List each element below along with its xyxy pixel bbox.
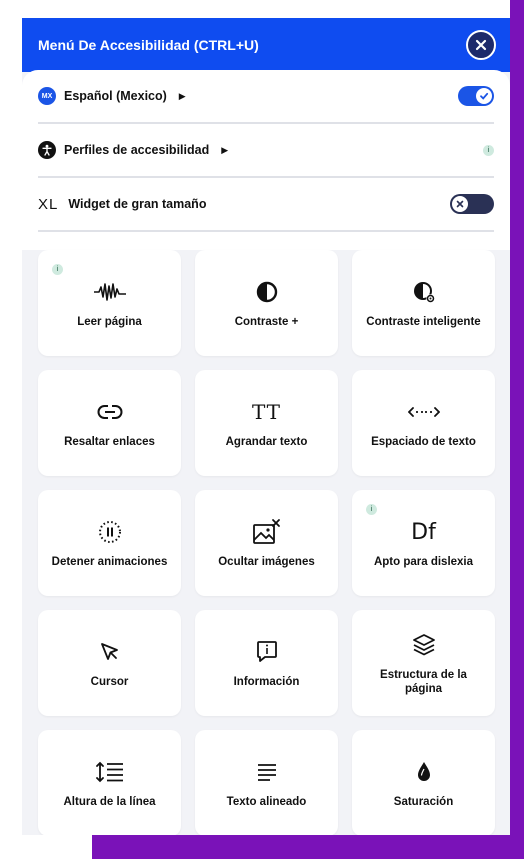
language-row[interactable]: MX Español (Mexico) ▶ xyxy=(38,70,494,124)
language-toggle[interactable] xyxy=(458,86,494,106)
caret-right-icon: ▶ xyxy=(178,90,186,101)
text-size-icon: TT xyxy=(252,397,281,427)
tile-dyslexia-friendly[interactable]: i Df Apto para dislexia xyxy=(352,490,495,596)
tile-label: Saturación xyxy=(393,796,454,808)
background-edge xyxy=(510,0,524,60)
tile-highlight-links[interactable]: Resaltar enlaces xyxy=(38,370,181,476)
layers-icon xyxy=(412,630,436,660)
widget-size-label: Widget de gran tamaño xyxy=(68,197,207,211)
spacing-icon xyxy=(407,397,440,427)
tile-label: Contraste inteligente xyxy=(366,316,481,328)
align-icon xyxy=(256,757,278,787)
tile-label: Texto alineado xyxy=(226,796,307,808)
accessibility-panel: Menú De Accesibilidad (CTRL+U) MX Españo… xyxy=(22,18,510,835)
line-height-icon xyxy=(95,757,125,787)
tile-text-align[interactable]: Texto alineado xyxy=(195,730,338,835)
language-label: Español (Mexico) xyxy=(64,89,167,103)
tile-label: Espaciado de texto xyxy=(371,436,476,448)
accessibility-person-icon xyxy=(38,141,56,159)
tile-line-height[interactable]: Altura de la línea xyxy=(38,730,181,835)
tile-label: Cursor xyxy=(90,676,129,688)
tile-saturation[interactable]: Saturación xyxy=(352,730,495,835)
tile-label: Ocultar imágenes xyxy=(218,556,315,568)
link-icon xyxy=(97,397,123,427)
tile-hide-images[interactable]: Ocultar imágenes xyxy=(195,490,338,596)
check-icon xyxy=(476,88,492,104)
tile-label: Leer página xyxy=(77,316,142,328)
smart-contrast-icon xyxy=(411,277,437,307)
close-icon xyxy=(475,39,487,51)
tile-label: Altura de la línea xyxy=(63,796,156,808)
tile-bigger-text[interactable]: TT Agrandar texto xyxy=(195,370,338,476)
tile-contrast[interactable]: Contraste + xyxy=(195,250,338,356)
x-icon xyxy=(452,196,468,212)
profiles-row[interactable]: Perfiles de accesibilidad ▶ i xyxy=(38,124,494,178)
xl-icon: XL xyxy=(38,195,59,213)
tile-label: Información xyxy=(233,676,300,688)
info-icon[interactable]: i xyxy=(52,264,63,275)
tile-label: Apto para dislexia xyxy=(373,556,474,568)
tile-smart-contrast[interactable]: Contraste inteligente xyxy=(352,250,495,356)
hide-image-icon xyxy=(252,517,282,547)
pause-icon xyxy=(97,517,123,547)
contrast-icon xyxy=(255,277,279,307)
mexico-flag-icon: MX xyxy=(38,87,56,105)
widget-size-toggle[interactable] xyxy=(450,194,494,214)
droplet-icon xyxy=(415,757,433,787)
feature-grid: i Leer página Contraste + Contraste inte… xyxy=(38,250,495,835)
info-icon[interactable]: i xyxy=(366,504,377,515)
info-bubble-icon xyxy=(256,637,278,667)
caret-right-icon: ▶ xyxy=(221,144,229,155)
tile-information[interactable]: Información xyxy=(195,610,338,716)
tile-label: Contraste + xyxy=(234,316,299,328)
profiles-label: Perfiles de accesibilidad xyxy=(64,143,210,157)
tile-label: Resaltar enlaces xyxy=(64,436,155,448)
cursor-icon xyxy=(99,637,121,667)
tile-text-spacing[interactable]: Espaciado de texto xyxy=(352,370,495,476)
tile-read-page[interactable]: i Leer página xyxy=(38,250,181,356)
tile-label: Agrandar texto xyxy=(225,436,308,448)
tile-label: Detener animaciones xyxy=(51,556,168,568)
dyslexia-icon: Df xyxy=(411,517,436,547)
text-size-glyph: TT xyxy=(251,400,282,424)
settings-section: MX Español (Mexico) ▶ Perfiles de accesi… xyxy=(22,70,510,250)
widget-size-row[interactable]: XL Widget de gran tamaño xyxy=(38,178,494,232)
info-icon[interactable]: i xyxy=(483,144,494,156)
tile-cursor[interactable]: Cursor xyxy=(38,610,181,716)
panel-title: Menú De Accesibilidad (CTRL+U) xyxy=(38,37,259,53)
waveform-icon xyxy=(93,277,127,307)
close-button[interactable] xyxy=(466,30,496,60)
dyslexia-glyph: Df xyxy=(411,519,436,545)
tile-stop-animations[interactable]: Detener animaciones xyxy=(38,490,181,596)
panel-header: Menú De Accesibilidad (CTRL+U) xyxy=(22,18,510,72)
tile-label: Estructura de la página xyxy=(380,669,467,695)
tile-page-structure[interactable]: Estructura de la página xyxy=(352,610,495,716)
